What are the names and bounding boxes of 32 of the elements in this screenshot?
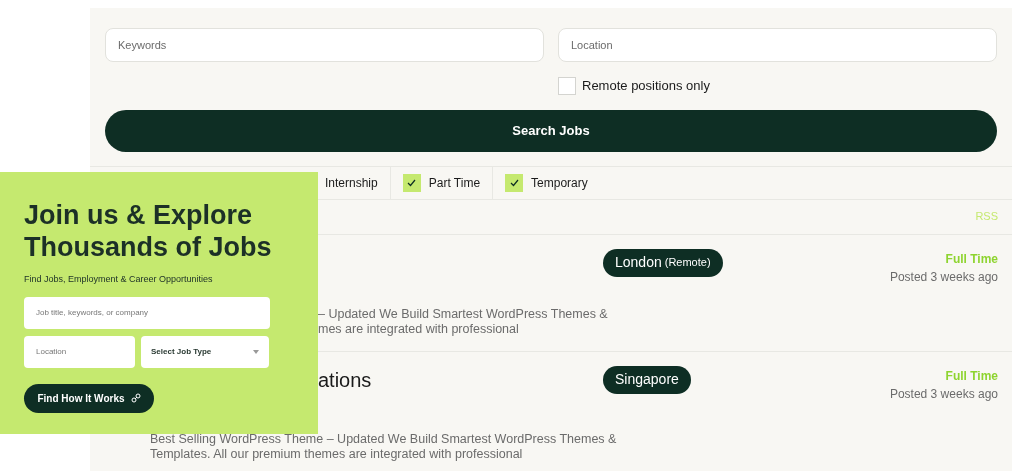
check-icon (407, 178, 417, 187)
filter-label: Part Time (428, 174, 481, 192)
check-icon (509, 178, 519, 187)
checkbox[interactable] (505, 173, 524, 192)
job-description: – Updated We Build Smartest WordPress Themes & (318, 306, 608, 321)
keywords-field[interactable]: Keywords (105, 28, 544, 62)
search-jobs-button[interactable]: Search Jobs (105, 109, 997, 152)
posted-date: Posted 3 weeks ago (889, 268, 998, 286)
job-type: Full Time (945, 367, 998, 385)
location-badge: London (Remote) (603, 248, 723, 277)
location-field[interactable]: Location (558, 28, 997, 62)
filter-label: Temporary (531, 174, 588, 192)
posted-date: Posted 3 weeks ago (889, 385, 998, 403)
checkbox[interactable] (558, 76, 576, 95)
remote-label: Remote positions only (582, 77, 710, 95)
location-badge: Singapore (603, 365, 691, 394)
links-icon (130, 393, 141, 403)
find-how-it-works-button[interactable]: Find How It Works (24, 383, 154, 413)
hero-heading: Thousands of Jobs (24, 231, 273, 263)
checkbox[interactable] (402, 173, 421, 192)
hero-heading: Join us & Explore (24, 199, 254, 231)
hero-location-field[interactable]: Location (24, 335, 135, 368)
caret-icon (253, 349, 259, 354)
job-type-select[interactable]: Select Job Type (141, 335, 269, 368)
job-title-field[interactable]: Job title, keywords, or company (24, 296, 270, 329)
filter-label: Internship (325, 174, 378, 192)
job-title[interactable]: ations (318, 368, 372, 391)
job-description: Templates. All our premium themes are integrated with professional (150, 446, 523, 461)
job-type: Full Time (945, 250, 998, 268)
job-description: mes are integrated with professional (318, 321, 519, 336)
hero-subtitle: Find Jobs, Employment & Career Opportunities (24, 273, 214, 286)
job-description: Best Selling WordPress Theme – Updated We Build Smartest WordPress Themes & (150, 431, 617, 446)
